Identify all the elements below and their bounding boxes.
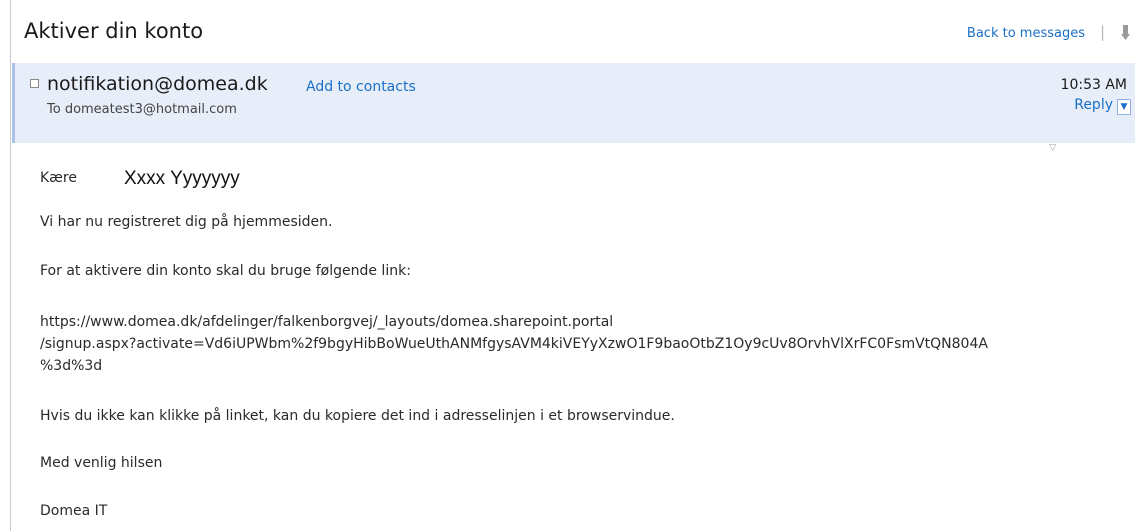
message-header: notifikation@domea.dk Add to contacts To… [12, 63, 1135, 143]
email-subject: Aktiver din konto [24, 19, 204, 43]
paragraph-instructions: For at aktivere din konto skal du bruge … [40, 263, 411, 279]
flag-icon[interactable] [1121, 24, 1131, 42]
activation-link-line-2[interactable]: /signup.aspx?activate=Vd6iUPWbm%2f9bgyHi… [40, 333, 988, 355]
activation-link-line-1[interactable]: https://www.domea.dk/afdelinger/falkenbo… [40, 311, 988, 333]
activation-link[interactable]: https://www.domea.dk/afdelinger/falkenbo… [40, 311, 988, 377]
signoff: Med venlig hilsen [40, 455, 163, 471]
chevron-down-icon[interactable]: ▼ [1117, 99, 1131, 115]
checkbox-icon[interactable] [30, 79, 39, 88]
recipient-name: Xxxx Yyyyyyy [124, 168, 240, 189]
reply-button[interactable]: Reply [1074, 97, 1113, 113]
activation-link-line-3[interactable]: %3d%3d [40, 355, 988, 377]
toolbar-separator: | [1099, 23, 1105, 41]
left-frame-border [10, 0, 11, 531]
recipient-line: To domeatest3@hotmail.com [47, 102, 237, 117]
paragraph-registered: Vi har nu registreret dig på hjemmesiden… [40, 214, 333, 230]
message-time: 10:53 AM [1060, 77, 1127, 93]
add-to-contacts-link[interactable]: Add to contacts [306, 79, 416, 95]
back-to-messages-link[interactable]: Back to messages [967, 26, 1085, 41]
paragraph-copy-hint: Hvis du ikke kan klikke på linket, kan d… [40, 408, 675, 424]
expand-triangle-icon[interactable]: ▽ [1049, 143, 1056, 153]
greeting-label: Kære [40, 170, 77, 186]
sender-address[interactable]: notifikation@domea.dk [47, 73, 268, 95]
signature: Domea IT [40, 503, 108, 519]
